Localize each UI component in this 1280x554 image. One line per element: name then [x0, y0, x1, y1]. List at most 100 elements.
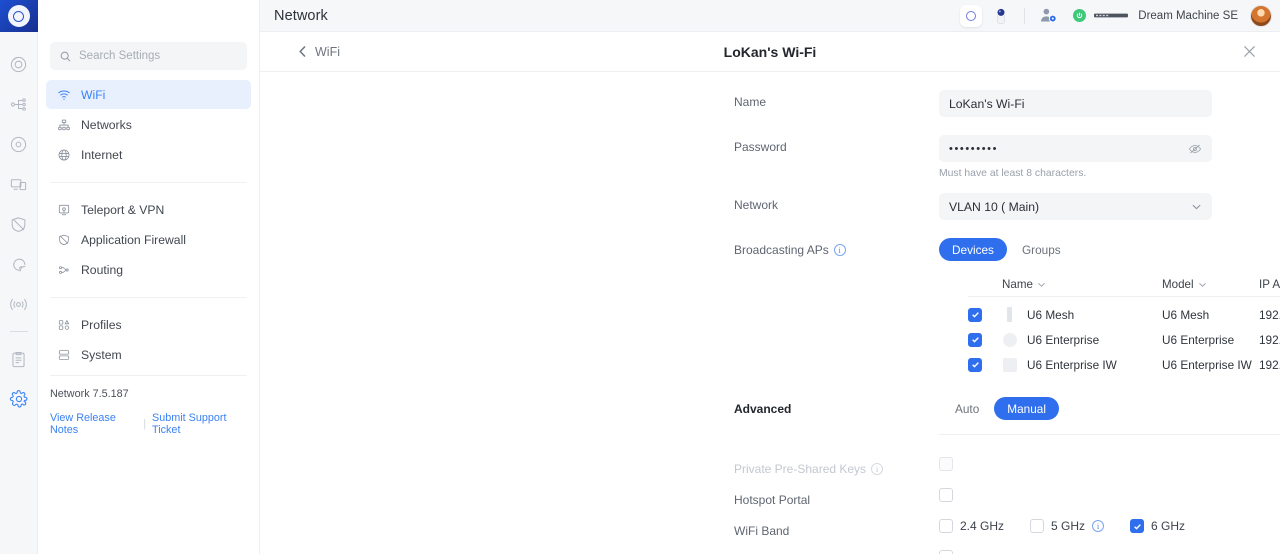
password-input[interactable]: •••••••••: [939, 135, 1212, 162]
field-row-hotspot-portal: Hotspot Portal: [260, 488, 1280, 507]
unifi-device-icon: [960, 4, 983, 27]
rail-item-settings[interactable]: [0, 379, 38, 419]
table-header-row: Name Model IP Address: [968, 273, 1280, 297]
console-selector[interactable]: Dream Machine SE: [1073, 9, 1238, 22]
rail-item-devices[interactable]: [0, 124, 38, 164]
sidebar-item-label: Internet: [81, 147, 123, 162]
table-row[interactable]: U6 Enterprise U6 Enterprise 192.168.10.8: [968, 327, 1280, 352]
column-label: IP Address: [1259, 278, 1280, 291]
tab-auto[interactable]: Auto: [942, 397, 992, 420]
unifi-logo[interactable]: [0, 0, 38, 32]
sidebar-item-application-firewall[interactable]: Application Firewall: [46, 225, 251, 254]
row-checkbox-cell[interactable]: [968, 307, 1002, 322]
network-select[interactable]: VLAN 10 ( Main): [939, 193, 1212, 220]
info-icon[interactable]: i: [1092, 520, 1105, 532]
rail-item-dashboard[interactable]: [0, 44, 38, 84]
row-name-cell: U6 Enterprise: [1002, 332, 1162, 347]
band-24ghz-checkbox[interactable]: [939, 519, 953, 533]
column-header-ip-address[interactable]: IP Address: [1259, 278, 1280, 291]
camera-device-button[interactable]: [986, 4, 1016, 28]
back-to-wifi-button[interactable]: WiFi: [260, 45, 340, 59]
password-label: Password: [734, 140, 787, 154]
rail-item-clients[interactable]: [0, 164, 38, 204]
hotspot-portal-checkbox[interactable]: [939, 488, 953, 502]
view-release-notes-link[interactable]: View Release Notes: [50, 412, 137, 436]
top-bar: Network Dream Machine SE: [260, 0, 1280, 32]
network-label: Network: [734, 198, 779, 212]
private-psk-checkbox: [939, 457, 953, 471]
routing-icon: [56, 263, 71, 277]
search-box[interactable]: [50, 42, 247, 70]
field-row-private-psk: Private Pre-Shared Keys i: [260, 457, 1280, 476]
settings-form: Name LoKan's Wi-Fi Password ••••••••• Mu…: [260, 72, 1280, 554]
field-row-name: Name LoKan's Wi-Fi: [260, 90, 1280, 117]
settings-sidebar: WiFi Networks Internet: [38, 0, 260, 554]
column-header-name[interactable]: Name: [1002, 278, 1162, 291]
device-thumbnail-icon: [1002, 307, 1017, 322]
device-thumbnail-icon: [1002, 357, 1017, 372]
eye-off-icon[interactable]: [1188, 142, 1202, 156]
private-psk-label: Private Pre-Shared Keys i: [734, 462, 884, 476]
chevron-down-icon: [1038, 283, 1045, 287]
sidebar-item-routing[interactable]: Routing: [46, 255, 251, 284]
band-6ghz-checkbox[interactable]: [1130, 519, 1145, 533]
tab-manual[interactable]: Manual: [994, 397, 1059, 420]
field-row-network: Network VLAN 10 ( Main): [260, 193, 1280, 220]
rail-item-security[interactable]: [0, 204, 38, 244]
row-model-cell: U6 Mesh: [1162, 307, 1210, 322]
sidebar-item-internet[interactable]: Internet: [46, 140, 251, 169]
unifi-device-button[interactable]: [956, 4, 986, 28]
search-icon: [60, 51, 71, 61]
nav-group-network: WiFi Networks Internet: [38, 76, 259, 174]
wifi-band-field-col: 2.4 GHz 5 GHz i 6 GHz: [939, 519, 1185, 533]
advanced-tabs: Auto Manual: [942, 397, 1059, 420]
page-title: LoKan's Wi-Fi: [723, 43, 817, 60]
rail-item-insights[interactable]: [0, 244, 38, 284]
search-input[interactable]: [79, 50, 238, 62]
ssid-name-input[interactable]: LoKan's Wi-Fi: [939, 90, 1212, 117]
row-checkbox-cell[interactable]: [968, 332, 1002, 347]
chevron-down-icon: [1192, 204, 1201, 210]
row-checkbox[interactable]: [968, 357, 982, 372]
user-gear-icon: [1040, 8, 1057, 23]
band-5ghz-checkbox[interactable]: [1030, 519, 1045, 533]
row-checkbox[interactable]: [968, 332, 982, 347]
tab-devices[interactable]: Devices: [939, 238, 1007, 261]
wifi-band-label: WiFi Band: [734, 524, 790, 538]
name-label: Name: [734, 95, 767, 109]
sidebar-item-wifi[interactable]: WiFi: [46, 80, 251, 109]
sidebar-item-networks[interactable]: Networks: [46, 110, 251, 139]
device-name: U6 Mesh: [1027, 307, 1075, 322]
close-panel-button[interactable]: [1243, 45, 1280, 58]
firewall-shield-icon: [56, 233, 71, 247]
table-row[interactable]: U6 Mesh U6 Mesh 192.168.10.9: [968, 302, 1280, 327]
sidebar-item-teleport-vpn[interactable]: Teleport & VPN: [46, 195, 251, 224]
rail-item-topology[interactable]: [0, 84, 38, 124]
chevron-down-icon: [1198, 283, 1206, 287]
footer-link-divider: |: [143, 418, 147, 430]
admin-settings-button[interactable]: [1033, 4, 1063, 28]
sidebar-item-system[interactable]: System: [46, 340, 251, 369]
info-icon[interactable]: i: [833, 244, 846, 256]
row-checkbox-cell[interactable]: [968, 357, 1002, 372]
search-container: [38, 32, 259, 76]
submit-support-ticket-link[interactable]: Submit Support Ticket: [152, 412, 247, 436]
power-status-icon: [1073, 9, 1087, 22]
user-avatar[interactable]: [1250, 4, 1272, 27]
icon-rail: [0, 0, 38, 554]
sidebar-item-label: Teleport & VPN: [81, 202, 165, 217]
sidebar-item-label: Application Firewall: [81, 232, 186, 247]
table-row[interactable]: U6 Enterprise IW U6 Enterprise IW 192.16…: [968, 352, 1280, 377]
info-icon: i: [871, 463, 884, 475]
band-steering-checkbox[interactable]: [939, 550, 953, 554]
column-header-model[interactable]: Model: [1162, 278, 1259, 291]
network-value: VLAN 10 ( Main): [949, 199, 1040, 214]
sidebar-item-profiles[interactable]: Profiles: [46, 310, 251, 339]
rail-item-logs[interactable]: [0, 339, 38, 379]
rail-item-wireless[interactable]: [0, 284, 38, 324]
tab-groups[interactable]: Groups: [1009, 238, 1074, 261]
app-title: Network: [274, 7, 328, 24]
band-6ghz-label: 6 GHz: [1151, 519, 1186, 533]
topology-icon: [10, 97, 26, 111]
row-checkbox[interactable]: [968, 307, 982, 322]
